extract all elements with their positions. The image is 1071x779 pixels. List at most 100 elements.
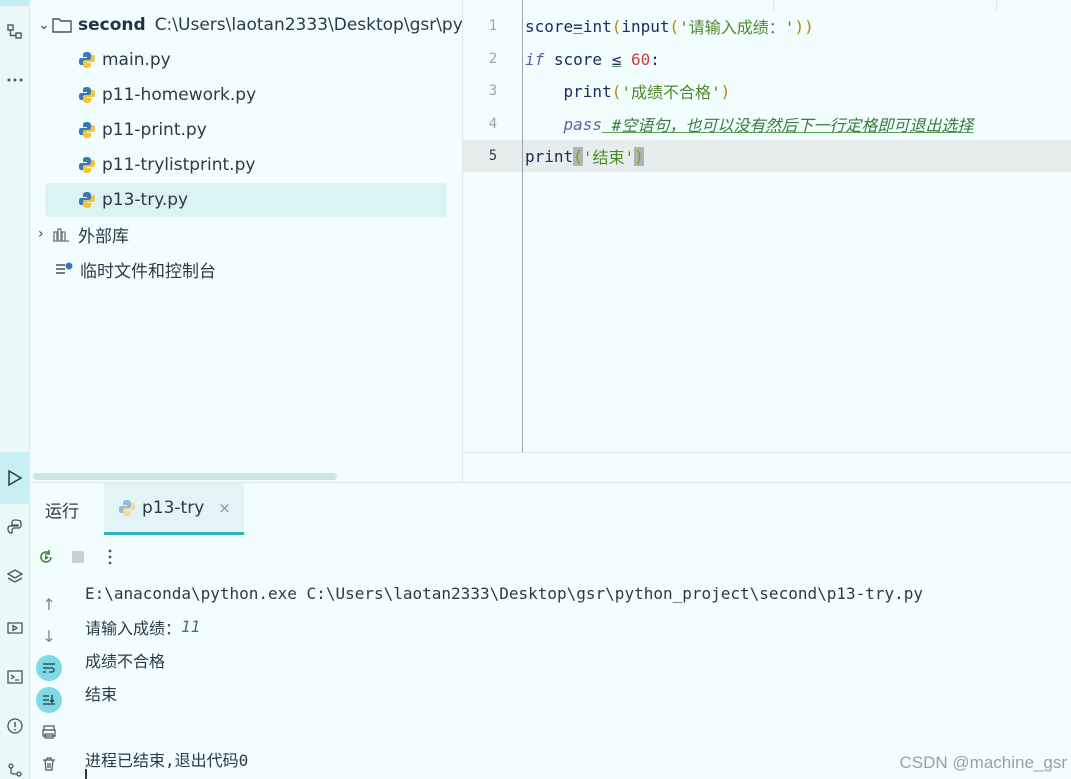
- token: #空语句，也可以没有然后下一行定格即可退出选择: [602, 116, 974, 135]
- python-file-icon: [79, 157, 95, 173]
- tool-window-strip: [0, 0, 30, 779]
- line-number: 4: [488, 116, 498, 132]
- services-icon[interactable]: [0, 616, 30, 640]
- console-exit-message: 进程已结束,退出代码0: [85, 750, 249, 770]
- folder-path: C:\Users\laotan2333\Desktop\gsr\py: [154, 15, 463, 35]
- token: (: [669, 16, 680, 36]
- tree-file-item-selected[interactable]: p13-try.py: [45, 183, 447, 217]
- file-label: p11-print.py: [102, 120, 207, 140]
- console-prompt: 请输入成绩：: [85, 618, 182, 638]
- print-icon[interactable]: [36, 719, 62, 745]
- library-icon: [53, 228, 69, 242]
- project-tree: ⌄ second C:\Users\laotan2333\Desktop\gsr…: [30, 0, 463, 482]
- trash-icon[interactable]: [36, 751, 62, 777]
- token: int: [582, 16, 612, 36]
- token: )): [794, 16, 814, 36]
- file-label: main.py: [102, 50, 171, 70]
- git-icon[interactable]: [0, 758, 30, 779]
- console-output-line: 成绩不合格: [85, 651, 166, 671]
- token: (: [573, 146, 583, 166]
- file-label: p11-homework.py: [102, 85, 257, 105]
- token: if: [525, 49, 545, 69]
- console-input-value: 11: [181, 617, 201, 636]
- tree-file-item[interactable]: main.py: [78, 43, 171, 77]
- code-line-5: print('结束'): [525, 140, 644, 172]
- code-line-3: print('成绩不合格'): [525, 75, 731, 107]
- token: print: [525, 146, 574, 166]
- run-panel: 运行 p13-try × ↑ ↓ E:\anaconda\python.exe …: [30, 482, 1071, 779]
- token: ): [720, 81, 731, 101]
- scroll-end-icon[interactable]: [36, 687, 62, 713]
- stop-icon[interactable]: [62, 548, 94, 566]
- token: =: [573, 16, 583, 36]
- tree-scratches[interactable]: 临时文件和控制台: [54, 252, 216, 286]
- run-icon[interactable]: [0, 466, 30, 490]
- token: (: [611, 16, 622, 36]
- chevron-down-icon[interactable]: ⌄: [38, 17, 52, 33]
- run-panel-title: 运行: [45, 502, 79, 522]
- console-caret: [85, 769, 87, 779]
- tab-divider: [996, 0, 997, 12]
- console-output-line: 结束: [85, 684, 118, 704]
- editor-bottom-area: [463, 452, 1071, 482]
- python-console-icon[interactable]: [0, 515, 30, 539]
- tree-external-libraries[interactable]: › 外部库: [38, 217, 129, 251]
- tree-file-item[interactable]: p11-trylistprint.py: [78, 148, 255, 182]
- token: input: [621, 16, 670, 36]
- line-number-current: 5: [488, 148, 498, 164]
- line-number: 2: [488, 51, 498, 67]
- console-output[interactable]: E:\anaconda\python.exe C:\Users\laotan23…: [85, 577, 923, 775]
- tree-file-item[interactable]: p11-print.py: [78, 113, 207, 147]
- token: '请输入成绩：': [679, 18, 795, 37]
- tree-horizontal-scrollbar[interactable]: [33, 473, 337, 480]
- console-side-toolbar: ↑ ↓: [36, 591, 64, 779]
- python-file-icon: [79, 52, 95, 68]
- strip-top-indicator: [0, 0, 30, 6]
- line-number-gutter: 1 2 3 4 5: [463, 0, 523, 452]
- up-arrow-icon[interactable]: ↑: [36, 591, 62, 617]
- terminal-icon[interactable]: [0, 665, 30, 689]
- token: (: [611, 81, 622, 101]
- tree-root-folder[interactable]: ⌄ second C:\Users\laotan2333\Desktop\gsr…: [38, 8, 463, 42]
- python-file-icon: [119, 499, 135, 516]
- file-label: p13-try.py: [102, 190, 189, 210]
- watermark: CSDN @machine_gsr: [899, 753, 1067, 772]
- python-file-icon: [79, 87, 95, 103]
- token: '成绩不合格': [621, 83, 721, 102]
- more-tools-icon[interactable]: [0, 68, 30, 92]
- line-number: 1: [488, 18, 498, 34]
- token: :: [650, 49, 660, 69]
- code-line-2: if score ≤ 60:: [525, 43, 660, 75]
- token: 60: [621, 49, 651, 69]
- rerun-icon[interactable]: [30, 548, 62, 566]
- more-icon[interactable]: [94, 548, 126, 566]
- code-line-1: score = int(input('请输入成绩：')): [525, 10, 814, 42]
- structure-icon[interactable]: [0, 20, 30, 44]
- scratches-label: 临时文件和控制台: [80, 261, 216, 282]
- tab-p13-try[interactable]: p13-try ×: [104, 483, 244, 535]
- python-file-icon: [79, 192, 95, 208]
- console-command: E:\anaconda\python.exe C:\Users\laotan23…: [85, 584, 924, 603]
- python-file-icon: [79, 122, 95, 138]
- token: pass: [525, 114, 603, 134]
- down-arrow-icon[interactable]: ↓: [36, 623, 62, 649]
- tree-file-item[interactable]: p11-homework.py: [78, 78, 256, 112]
- folder-icon: [52, 18, 72, 33]
- run-toolbar: [30, 543, 126, 571]
- problems-icon[interactable]: [0, 714, 30, 738]
- token: score: [544, 49, 612, 69]
- code-line-4: pass #空语句，也可以没有然后下一行定格即可退出选择: [525, 108, 974, 140]
- tab-label: p13-try: [142, 497, 205, 518]
- token: print: [525, 81, 612, 101]
- folder-name: second: [78, 15, 146, 35]
- token: score: [525, 16, 574, 36]
- chevron-right-icon[interactable]: ›: [38, 226, 52, 242]
- close-icon[interactable]: ×: [218, 499, 231, 517]
- layers-icon[interactable]: [0, 565, 30, 589]
- soft-wrap-icon[interactable]: [36, 655, 62, 681]
- token: ≤: [611, 49, 622, 69]
- console-input-line: 请输入成绩： 11: [85, 610, 923, 643]
- code-editor[interactable]: 1 2 3 4 5 score = int(input('请输入成绩：')) if …: [462, 0, 1071, 482]
- external-libs-label: 外部库: [78, 226, 129, 247]
